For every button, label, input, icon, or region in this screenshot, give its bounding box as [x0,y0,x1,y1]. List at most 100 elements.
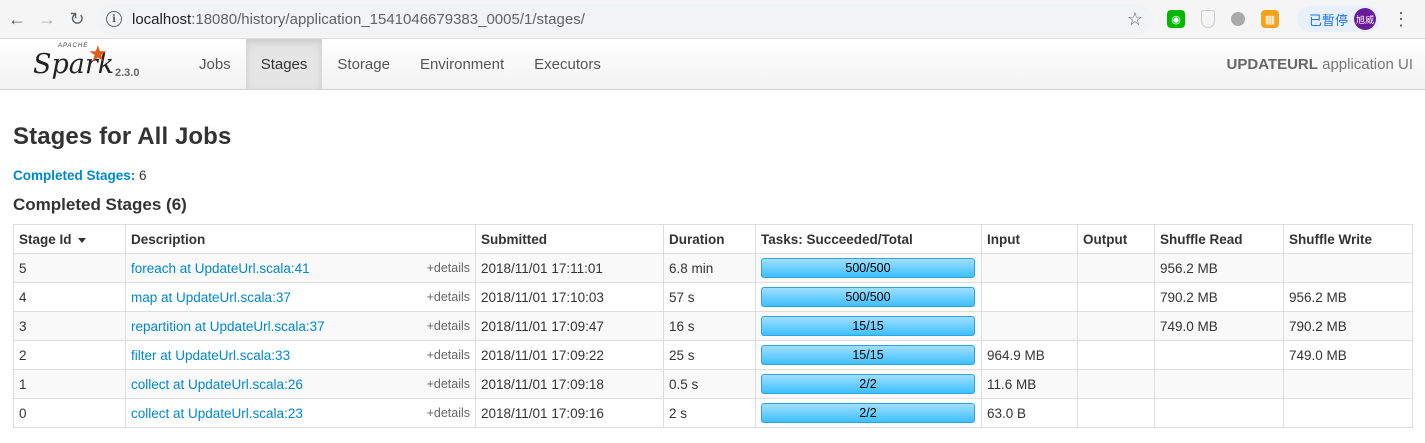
cell-shuffle-write: 790.2 MB [1283,311,1413,341]
cell-input [981,311,1078,341]
menu-kebab-icon[interactable]: ⋮ [1392,9,1410,30]
cell-tasks: 2/2 [755,369,982,399]
cell-duration: 25 s [663,340,756,370]
stage-description-link[interactable]: filter at UpdateUrl.scala:33 [131,348,290,363]
cell-tasks: 500/500 [755,282,982,312]
tab-storage[interactable]: Storage [322,39,405,89]
table-row: 3 repartition at UpdateUrl.scala:37 +detai… [13,311,1413,341]
table-row: 5 foreach at UpdateUrl.scala:41 +details 20… [13,253,1413,283]
cell-description: collect at UpdateUrl.scala:26 +details [125,369,476,399]
stage-description-link[interactable]: collect at UpdateUrl.scala:26 [131,377,303,392]
table-row: 2 filter at UpdateUrl.scala:33 +details 201… [13,340,1413,370]
cell-shuffle-read [1154,369,1284,399]
tasks-progress-label: 15/15 [852,319,884,333]
header-shuffle-write[interactable]: Shuffle Write [1283,224,1413,254]
shield-extension-icon[interactable] [1201,10,1215,28]
details-toggle[interactable]: +details [427,319,470,333]
tasks-progress-bar: 500/500 [761,287,975,307]
tab-jobs[interactable]: Jobs [184,39,246,89]
nav-tabs: Jobs Stages Storage Environment Executor… [184,39,616,89]
app-name-rest: application UI [1317,56,1413,73]
cell-output [1077,398,1155,428]
tasks-progress-bar: 15/15 [761,345,975,365]
stage-description-link[interactable]: foreach at UpdateUrl.scala:41 [131,261,310,276]
cell-duration: 0.5 s [663,369,756,399]
profile-paused-button[interactable]: 已暫停 旭威 [1297,6,1381,32]
tab-stages[interactable]: Stages [245,39,323,89]
back-icon[interactable]: ← [4,6,30,32]
forward-icon[interactable]: → [34,6,60,32]
tasks-progress-bar: 500/500 [761,258,975,278]
page-title: Stages for All Jobs [13,123,232,150]
url-host: localhost [132,10,192,28]
header-duration[interactable]: Duration [663,224,756,254]
cell-input [981,282,1078,312]
cell-input: 11.6 MB [981,369,1078,399]
tasks-progress-bar: 2/2 [761,374,975,394]
details-toggle[interactable]: +details [427,377,470,391]
cell-stage-id: 5 [13,253,126,283]
completed-stages-table: Stage Id Description Submitted Duration … [13,224,1413,428]
cell-tasks: 15/15 [755,340,982,370]
cell-submitted: 2018/11/01 17:09:18 [475,369,664,399]
cell-duration: 16 s [663,311,756,341]
header-input[interactable]: Input [981,224,1078,254]
table-row: 4 map at UpdateUrl.scala:37 +details 2018/1… [13,282,1413,312]
cell-submitted: 2018/11/01 17:11:01 [475,253,664,283]
circle-extension-icon[interactable] [1231,12,1245,26]
cell-input: 964.9 MB [981,340,1078,370]
line-extension-icon[interactable]: ◉ [1167,10,1185,28]
cell-description: repartition at UpdateUrl.scala:37 +detail… [125,311,476,341]
avatar: 旭威 [1354,8,1377,30]
details-toggle[interactable]: +details [427,261,470,275]
tasks-progress-label: 2/2 [859,377,877,391]
address-bar[interactable]: i localhost:18080/history/application_15… [96,4,1153,34]
sort-desc-icon [77,237,86,243]
cell-tasks: 15/15 [755,311,982,341]
cell-shuffle-write: 749.0 MB [1283,340,1413,370]
details-toggle[interactable]: +details [427,348,470,362]
grid-extension-icon[interactable]: ▦ [1261,10,1279,28]
header-stage-id[interactable]: Stage Id [13,224,126,254]
cell-submitted: 2018/11/01 17:10:03 [475,282,664,312]
header-tasks[interactable]: Tasks: Succeeded/Total [755,224,982,254]
table-header-row: Stage Id Description Submitted Duration … [13,224,1413,254]
stage-description-link[interactable]: repartition at UpdateUrl.scala:37 [131,319,325,334]
browser-toolbar: ← → ↻ i localhost:18080/history/applicat… [0,0,1425,39]
stage-description-link[interactable]: map at UpdateUrl.scala:37 [131,290,291,305]
completed-stages-link[interactable]: Completed Stages: [13,168,135,183]
cell-stage-id: 0 [13,398,126,428]
tasks-progress-bar: 2/2 [761,403,975,423]
info-icon[interactable]: i [106,11,122,27]
cell-tasks: 500/500 [755,253,982,283]
cell-submitted: 2018/11/01 17:09:16 [475,398,664,428]
reload-icon[interactable]: ↻ [64,6,90,32]
cell-output [1077,253,1155,283]
cell-shuffle-read: 956.2 MB [1154,253,1284,283]
cell-description: map at UpdateUrl.scala:37 +details [125,282,476,312]
header-description[interactable]: Description [125,224,476,254]
main-content: Stages for All Jobs Completed Stages: 6 … [0,123,1425,428]
bookmark-star-icon[interactable]: ☆ [1127,9,1143,30]
tasks-progress-label: 15/15 [852,348,884,362]
cell-duration: 2 s [663,398,756,428]
completed-stages-heading[interactable]: Completed Stages (6) [13,195,1412,215]
header-output[interactable]: Output [1077,224,1155,254]
stage-description-link[interactable]: collect at UpdateUrl.scala:23 [131,406,303,421]
cell-description: filter at UpdateUrl.scala:33 +details [125,340,476,370]
header-stage-id-label: Stage Id [19,232,72,247]
details-toggle[interactable]: +details [427,290,470,304]
header-shuffle-read[interactable]: Shuffle Read [1154,224,1284,254]
url-text[interactable]: localhost:18080/history/application_1541… [132,11,585,28]
spark-logo[interactable]: APACHE Spark ★ 2.3.0 [0,39,170,89]
cell-input: 63.0 B [981,398,1078,428]
application-name: UPDATEURL application UI [1227,56,1413,73]
tab-environment[interactable]: Environment [405,39,519,89]
cell-output [1077,311,1155,341]
header-submitted[interactable]: Submitted [475,224,664,254]
details-toggle[interactable]: +details [427,406,470,420]
tasks-progress-label: 500/500 [845,290,891,304]
cell-shuffle-write: 956.2 MB [1283,282,1413,312]
tab-executors[interactable]: Executors [519,39,616,89]
tasks-progress-label: 2/2 [859,406,877,420]
